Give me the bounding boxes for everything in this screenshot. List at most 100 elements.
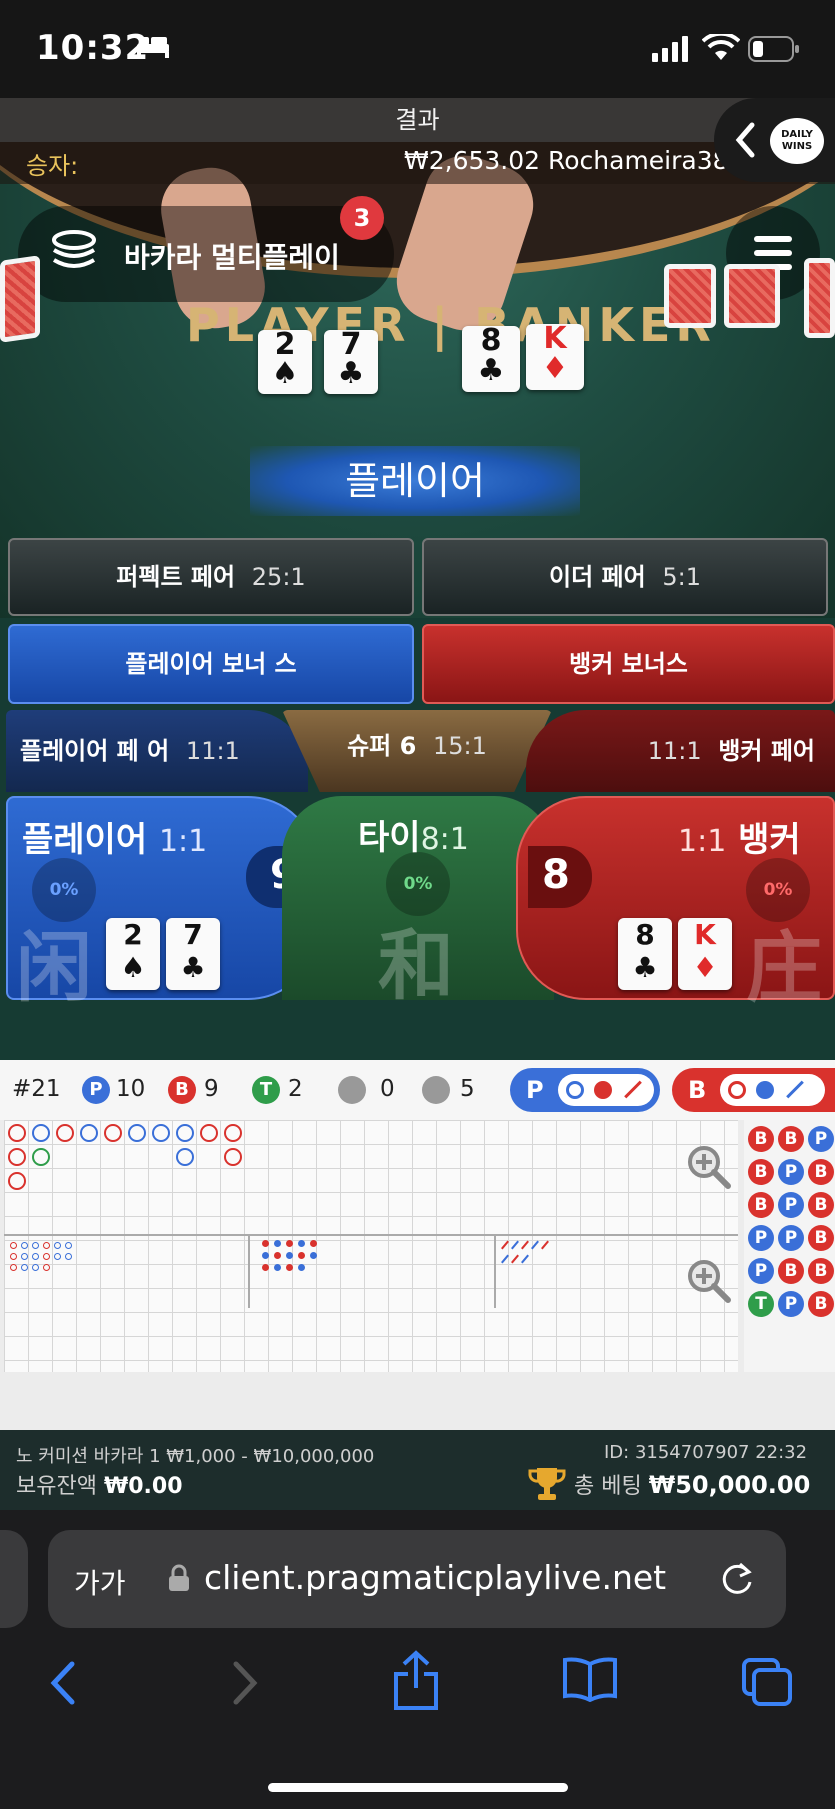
derived-road-mark bbox=[274, 1240, 281, 1247]
session-id: ID: 3154707907 22:32 bbox=[604, 1442, 808, 1463]
bed-icon bbox=[137, 37, 169, 58]
player-card-2: 7 ♣ bbox=[166, 918, 220, 990]
chip-stack-icon bbox=[52, 230, 96, 268]
forward-icon[interactable] bbox=[228, 1660, 262, 1706]
banker-ask-button[interactable]: B bbox=[672, 1068, 835, 1112]
bookmarks-icon[interactable] bbox=[562, 1656, 618, 1702]
bead-road-item: P bbox=[778, 1291, 804, 1317]
shoe-cards bbox=[0, 255, 40, 343]
either-pair-bet[interactable]: 이더 페어 5:1 bbox=[422, 538, 828, 616]
signal-icon bbox=[652, 36, 688, 62]
bead-road-item: B bbox=[808, 1258, 834, 1284]
bead-road-item: P bbox=[748, 1258, 774, 1284]
result-title: 결과 bbox=[0, 98, 835, 142]
big-road-mark bbox=[32, 1124, 50, 1142]
back-icon[interactable] bbox=[46, 1660, 80, 1706]
result-banner: 플레이어 bbox=[250, 446, 580, 516]
table-info: 노 커미션 바카라 1 ₩1,000 - ₩10,000,000 bbox=[16, 1446, 375, 1467]
big-road-mark bbox=[224, 1124, 242, 1142]
player-count-icon: P bbox=[82, 1076, 110, 1104]
banker-pair-icon bbox=[422, 1076, 450, 1104]
banker-pair-bet[interactable]: 11:1 뱅커 페어 bbox=[526, 710, 835, 792]
tie-count-icon: T bbox=[252, 1076, 280, 1104]
road-grid bbox=[4, 1120, 738, 1372]
zoom-in-icon[interactable] bbox=[686, 1144, 732, 1190]
big-road-mark bbox=[200, 1124, 218, 1142]
home-indicator[interactable] bbox=[268, 1783, 568, 1792]
derived-road-mark bbox=[286, 1264, 293, 1271]
share-icon[interactable] bbox=[392, 1650, 440, 1712]
player-bet[interactable]: 플레이어 1:1 0% 9 闲 2♠ 7♣ bbox=[6, 796, 318, 1012]
text-size-button[interactable]: 가가 bbox=[74, 1562, 126, 1602]
derived-road-mark bbox=[21, 1253, 28, 1260]
big-road-mark bbox=[8, 1172, 26, 1190]
derived-road-mark bbox=[43, 1242, 50, 1249]
player-bet-label: 플레이어 1:1 bbox=[22, 820, 208, 860]
derived-road-mark bbox=[32, 1242, 39, 1249]
perfect-pair-bet[interactable]: 퍼펙트 페어 25:1 bbox=[8, 538, 414, 616]
player-bonus-bet[interactable]: 플레이어 보너 스 bbox=[8, 624, 414, 704]
bead-road-item: T bbox=[748, 1291, 774, 1317]
tabs-icon[interactable] bbox=[740, 1656, 794, 1708]
player-pair-icon bbox=[338, 1076, 366, 1104]
round-number: #21 bbox=[12, 1076, 61, 1102]
previous-tab-peek[interactable] bbox=[0, 1530, 28, 1628]
banker-pair-count: 5 bbox=[460, 1076, 475, 1102]
bead-road-item: B bbox=[748, 1126, 774, 1152]
super6-bet[interactable]: 슈퍼 6 15:1 bbox=[282, 710, 552, 792]
bead-road-item: B bbox=[748, 1192, 774, 1218]
derived-road-mark bbox=[21, 1242, 28, 1249]
big-road-mark bbox=[56, 1124, 74, 1142]
derived-road-mark bbox=[286, 1252, 293, 1259]
status-bar: 10:32 bbox=[0, 0, 835, 98]
discard-card-1 bbox=[664, 264, 716, 328]
derived-road-mark bbox=[54, 1253, 61, 1260]
tie-bet[interactable]: 타이8:1 0% 和 bbox=[282, 796, 554, 1000]
balance: 보유잔액 ₩0.00 bbox=[16, 1474, 183, 1499]
bead-road: BBPBPBBPBPPBPBBTPB bbox=[744, 1120, 835, 1372]
address-bar[interactable]: 가가 client.pragmaticplaylive.net bbox=[48, 1530, 786, 1628]
bead-road-item: P bbox=[778, 1192, 804, 1218]
derived-road-mark bbox=[274, 1264, 281, 1271]
banker-bonus-bet[interactable]: 뱅커 보너스 bbox=[422, 624, 835, 704]
derived-road-mark bbox=[43, 1253, 50, 1260]
bead-road-item: B bbox=[808, 1225, 834, 1251]
reload-icon[interactable] bbox=[718, 1560, 756, 1598]
banker-count-icon: B bbox=[168, 1076, 196, 1104]
big-road-mark bbox=[176, 1124, 194, 1142]
derived-road-mark bbox=[262, 1252, 269, 1259]
big-road-mark bbox=[104, 1124, 122, 1142]
big-road-mark bbox=[128, 1124, 146, 1142]
zoom-in-icon-2[interactable] bbox=[686, 1258, 732, 1304]
scoreboard: #21 P 10 B 9 T 2 0 5 P B B B P B P B B P… bbox=[0, 1060, 835, 1432]
table-card-player-2: 7 ♣ bbox=[324, 330, 378, 394]
player-hanzi: 闲 bbox=[16, 923, 92, 1012]
battery-icon bbox=[748, 36, 799, 62]
player-pair-bet[interactable]: 플레이어 페 어 11:1 bbox=[6, 710, 308, 792]
banker-count: 9 bbox=[204, 1076, 219, 1102]
tie-hanzi: 和 bbox=[378, 921, 454, 1010]
big-road-mark bbox=[80, 1124, 98, 1142]
notification-badge: 3 bbox=[340, 196, 384, 240]
player-count: 10 bbox=[116, 1076, 146, 1102]
game-title: 바카라 멀티플레이 bbox=[124, 241, 340, 274]
big-road-mark bbox=[152, 1124, 170, 1142]
game-title-pill[interactable]: 바카라 멀티플레이 bbox=[18, 206, 394, 302]
player-ask-button[interactable]: P bbox=[510, 1068, 660, 1112]
derived-road-mark bbox=[10, 1253, 17, 1260]
banker-ask-preview bbox=[720, 1074, 825, 1106]
discard-card-3 bbox=[804, 258, 835, 338]
game-footer: 노 커미션 바카라 1 ₩1,000 - ₩10,000,000 보유잔액 ₩0… bbox=[0, 1430, 835, 1510]
banker-card-1: 8 ♣ bbox=[618, 918, 672, 990]
bead-road-item: P bbox=[778, 1159, 804, 1185]
derived-road-mark bbox=[65, 1242, 72, 1249]
menu-icon bbox=[754, 236, 792, 242]
daily-wins-button[interactable]: DAILY WINS bbox=[714, 98, 835, 182]
chevron-left-icon bbox=[735, 122, 755, 158]
winner-bar: 승자: ₩2,653.02 Rochameira380 bbox=[0, 142, 835, 184]
derived-road-mark bbox=[310, 1240, 317, 1247]
table-card-player-1: 2 ♠ bbox=[258, 330, 312, 394]
road-divider bbox=[4, 1234, 738, 1236]
big-road-mark bbox=[8, 1124, 26, 1142]
banker-bet[interactable]: 1:1 뱅커 8 0% 8 ♣ K ♦ 庄 bbox=[516, 796, 835, 1012]
